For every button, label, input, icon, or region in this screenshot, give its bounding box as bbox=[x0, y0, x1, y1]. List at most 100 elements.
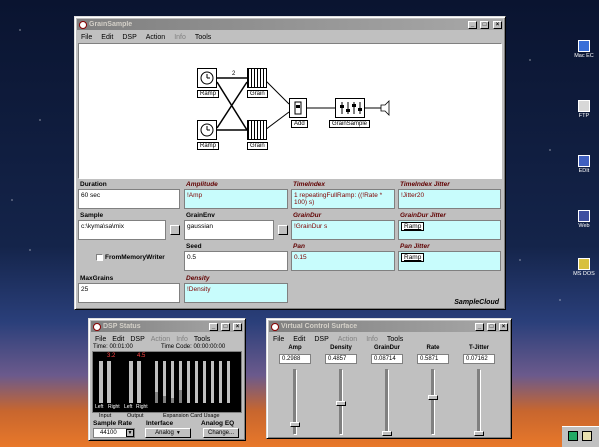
desktop-icon-ms-dos[interactable]: MS DOS bbox=[572, 258, 596, 277]
dsp-timecode: Time Code: 00:00:00:00 bbox=[161, 344, 226, 350]
meter-right-output-label: Right bbox=[136, 404, 148, 410]
speaker-icon bbox=[380, 100, 390, 116]
timeindex-label: TimeIndex bbox=[293, 181, 326, 188]
pan-label: Pan bbox=[293, 243, 305, 250]
vcs-slider-track[interactable] bbox=[290, 369, 300, 435]
add-node-label: Add bbox=[291, 120, 308, 128]
ramp-node-1[interactable] bbox=[197, 68, 217, 88]
close-button[interactable]: × bbox=[499, 322, 508, 331]
maximize-button[interactable]: □ bbox=[221, 322, 230, 331]
vcs-control-value[interactable]: 0.2988 bbox=[279, 354, 311, 364]
grainenv-label: GrainEnv bbox=[186, 212, 215, 219]
maximize-button[interactable]: □ bbox=[487, 322, 496, 331]
signal-flow-canvas[interactable]: Ramp Grain 2 Ramp Grain Add GrainSample bbox=[78, 43, 502, 179]
graindur-jitter-field[interactable]: Ramp bbox=[398, 220, 501, 240]
vcs-slider-track[interactable] bbox=[474, 369, 484, 436]
vcs-title-bar[interactable]: Virtual Control Surface _ □ × bbox=[269, 321, 509, 332]
expansion-label: Expansion Card Usage bbox=[163, 413, 220, 419]
interface-select[interactable]: Analog ▼ bbox=[145, 428, 191, 438]
sample-browse-button[interactable] bbox=[170, 225, 180, 235]
sample-field[interactable]: c:\kyma\sa\mix bbox=[78, 220, 166, 240]
maxgrains-field[interactable]: 25 bbox=[78, 283, 180, 303]
desktop-icon-edit[interactable]: EDIt bbox=[572, 155, 596, 174]
desktop-icon-mac-ec[interactable]: Mac EC bbox=[572, 40, 596, 59]
menu-tools[interactable]: Tools bbox=[387, 336, 403, 343]
minimize-button[interactable]: _ bbox=[475, 322, 484, 331]
grain-node-2[interactable] bbox=[247, 120, 267, 140]
vcs-slider-thumb[interactable] bbox=[336, 401, 346, 406]
menu-action[interactable]: Action bbox=[146, 34, 165, 41]
grainenv-browse-button[interactable] bbox=[278, 225, 288, 235]
menu-edit[interactable]: Edit bbox=[112, 336, 124, 343]
seed-field[interactable]: 0.5 bbox=[184, 251, 288, 271]
density-field[interactable]: !Density bbox=[184, 283, 288, 303]
vcs-slider-track[interactable] bbox=[428, 369, 438, 435]
grain-sample-node[interactable] bbox=[335, 98, 365, 118]
vcs-control-value[interactable]: 0.4857 bbox=[325, 354, 357, 364]
menu-dsp[interactable]: DSP bbox=[130, 336, 144, 343]
amplitude-field[interactable]: !Amp bbox=[184, 189, 288, 209]
dsp-time: Time: 00:01:00 bbox=[93, 344, 133, 350]
vcs-control-value[interactable]: 0.08714 bbox=[371, 354, 403, 364]
menu-dsp[interactable]: DSP bbox=[314, 336, 328, 343]
dropdown-arrow-icon[interactable]: ▼ bbox=[126, 429, 134, 437]
vcs-control-label: Density bbox=[330, 345, 352, 351]
grainenv-field[interactable]: gaussian bbox=[184, 220, 274, 240]
ramp-node-1-label: Ramp bbox=[197, 90, 220, 98]
vcs-slider-track[interactable] bbox=[336, 369, 346, 435]
pan-jitter-value: Ramp bbox=[401, 253, 425, 262]
grain-node-1[interactable] bbox=[247, 68, 267, 88]
sound-class-label: SampleCloud bbox=[454, 299, 499, 306]
vcs-control-label: Amp bbox=[288, 345, 302, 351]
minimize-button[interactable]: _ bbox=[209, 322, 218, 331]
menu-edit[interactable]: Edit bbox=[293, 336, 305, 343]
desktop-icon-ftp[interactable]: FTP bbox=[572, 100, 596, 119]
vcs-slider-thumb[interactable] bbox=[428, 395, 438, 400]
vcs-control-value[interactable]: 0.07162 bbox=[463, 354, 495, 364]
menu-tools[interactable]: Tools bbox=[194, 336, 210, 343]
menu-info[interactable]: Info bbox=[174, 34, 186, 41]
vcs-slider-thumb[interactable] bbox=[290, 422, 300, 427]
timeindex-field[interactable]: 1 repeatingFullRamp: ((!Rate * 100) s) bbox=[291, 189, 395, 209]
add-node[interactable] bbox=[289, 98, 307, 118]
menu-tools[interactable]: Tools bbox=[195, 34, 211, 41]
timeindex-jitter-field[interactable]: !Jitter20 bbox=[398, 189, 501, 209]
sample-label: Sample bbox=[80, 212, 104, 219]
minimize-button[interactable]: _ bbox=[468, 20, 477, 29]
graindur-field[interactable]: !GrainDur s bbox=[291, 220, 395, 240]
vcs-slider-thumb[interactable] bbox=[382, 431, 392, 436]
maxgrains-label: MaxGrains bbox=[80, 275, 114, 282]
menu-file[interactable]: File bbox=[95, 336, 106, 343]
input-label: Input bbox=[99, 413, 112, 419]
ramp-node-2[interactable] bbox=[197, 120, 217, 140]
menu-edit[interactable]: Edit bbox=[101, 34, 113, 41]
menu-file[interactable]: File bbox=[273, 336, 284, 343]
vcs-slider-track[interactable] bbox=[382, 369, 392, 436]
menu-bar: File Edit DSP Action Info Tools bbox=[75, 32, 505, 42]
desktop-icon-web[interactable]: Web bbox=[572, 210, 596, 229]
from-memory-writer-checkbox[interactable]: FromMemoryWriter bbox=[96, 254, 165, 261]
battery-icon[interactable] bbox=[568, 431, 578, 441]
menu-dsp[interactable]: DSP bbox=[122, 34, 136, 41]
pan-jitter-field[interactable]: Ramp bbox=[398, 251, 501, 271]
sample-rate-select[interactable]: 44100 ▼ bbox=[93, 428, 135, 438]
menu-file[interactable]: File bbox=[81, 34, 92, 41]
duration-field[interactable]: 60 sec bbox=[78, 189, 180, 209]
amplitude-label: Amplitude bbox=[186, 181, 218, 188]
title-bar[interactable]: GrainSample _ □ × bbox=[77, 19, 503, 30]
analog-eq-label: Analog EQ bbox=[201, 420, 235, 427]
change-button[interactable]: Change... bbox=[203, 428, 239, 438]
meter-left-output-label: Left bbox=[124, 404, 133, 410]
menu-info[interactable]: Info bbox=[366, 336, 378, 343]
pan-field[interactable]: 0.15 bbox=[291, 251, 395, 271]
menu-action[interactable]: Action bbox=[338, 336, 357, 343]
maximize-button[interactable]: □ bbox=[480, 20, 489, 29]
speaker-tray-icon[interactable] bbox=[582, 431, 592, 441]
menu-info[interactable]: Info bbox=[176, 336, 188, 343]
close-button[interactable]: × bbox=[233, 322, 242, 331]
menu-action[interactable]: Action bbox=[151, 336, 170, 343]
vcs-slider-thumb[interactable] bbox=[474, 431, 484, 436]
close-button[interactable]: × bbox=[493, 20, 502, 29]
vcs-control-value[interactable]: 0.5871 bbox=[417, 354, 449, 364]
dsp-title-bar[interactable]: DSP Status _ □ × bbox=[91, 321, 243, 332]
